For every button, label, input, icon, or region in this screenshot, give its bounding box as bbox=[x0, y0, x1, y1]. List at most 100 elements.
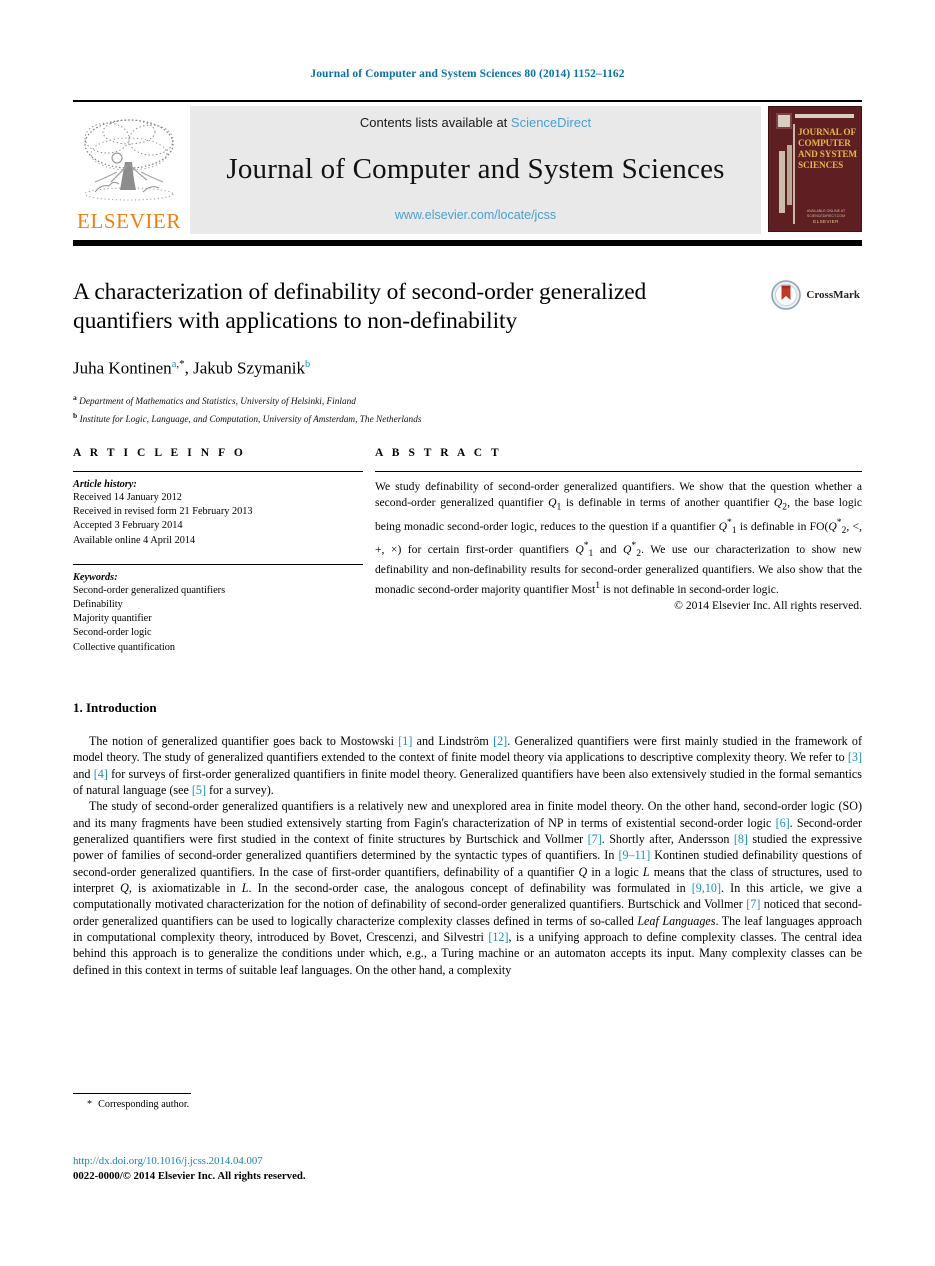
citation-reference[interactable]: [6] bbox=[776, 816, 790, 830]
corresponding-author-star: * bbox=[87, 1099, 93, 1110]
crossmark-badge[interactable]: CrossMark bbox=[771, 280, 860, 310]
abstract-text: We study definability of second-order ge… bbox=[375, 479, 862, 597]
masthead-bottom-rule bbox=[73, 240, 862, 246]
cover-title-line-4: SCIENCES bbox=[798, 160, 844, 170]
crossmark-label: CrossMark bbox=[806, 289, 860, 301]
affiliation-a-text: Department of Mathematics and Statistics… bbox=[79, 396, 356, 407]
citation-reference[interactable]: [9–11] bbox=[618, 848, 650, 862]
history-received: Received 14 January 2012 bbox=[73, 492, 182, 503]
info-abstract-row: A R T I C L E I N F O Article history: R… bbox=[73, 447, 862, 655]
cover-title-line-2: COMPUTER bbox=[798, 138, 851, 148]
keywords-rule bbox=[73, 563, 363, 565]
affiliation-a: a Department of Mathematics and Statisti… bbox=[73, 391, 862, 409]
citation-reference[interactable]: [7] bbox=[746, 897, 760, 911]
author-list: Juha Kontinena,*, Jakub Szymanikb bbox=[73, 358, 862, 379]
citation-reference[interactable]: [12] bbox=[488, 930, 508, 944]
abstract-quantifier-q2: Q bbox=[773, 495, 783, 509]
contents-list-line: Contents lists available at ScienceDirec… bbox=[360, 115, 591, 130]
affiliation-b-text: Institute for Logic, Language, and Compu… bbox=[79, 414, 422, 425]
article-history-label: Article history: bbox=[73, 479, 137, 490]
cover-vertical-line bbox=[793, 124, 795, 224]
sciencedirect-link[interactable]: ScienceDirect bbox=[511, 115, 591, 130]
corresponding-author-note: * Corresponding author. bbox=[73, 1099, 473, 1110]
abstract-heading: A B S T R A C T bbox=[375, 447, 502, 459]
footnote-rule bbox=[73, 1093, 191, 1094]
affiliation-b: b Institute for Logic, Language, and Com… bbox=[73, 409, 862, 427]
cover-top-bar bbox=[795, 114, 854, 118]
abstract-quantifier-q5: Q bbox=[575, 543, 584, 557]
journal-masthead: ELSEVIER Contents lists available at Sci… bbox=[73, 100, 862, 246]
journal-cover-thumbnail: JOURNAL OF COMPUTER AND SYSTEM SCIENCES … bbox=[768, 106, 862, 232]
abstract-part-6: and bbox=[593, 543, 624, 557]
elsevier-wordmark: ELSEVIER bbox=[77, 209, 181, 233]
abstract-part-8: is not definable in second-order logic. bbox=[600, 582, 779, 596]
doi-link[interactable]: http://dx.doi.org/10.1016/j.jcss.2014.04… bbox=[73, 1155, 263, 1167]
keyword-2: Definability bbox=[73, 599, 123, 611]
abstract-rule bbox=[375, 471, 862, 472]
author-name-1: Juha Kontinen bbox=[73, 358, 172, 378]
citation-reference[interactable]: [7] bbox=[588, 832, 602, 846]
keywords-label: Keywords: bbox=[73, 571, 118, 583]
affiliation-b-mark: b bbox=[73, 410, 78, 420]
author-name-2: , Jakub Szymanik bbox=[184, 358, 306, 378]
cover-stamp-icon bbox=[776, 113, 792, 129]
cover-title-text: JOURNAL OF COMPUTER AND SYSTEM SCIENCES bbox=[798, 127, 860, 171]
history-revised: Received in revised form 21 February 201… bbox=[73, 506, 253, 518]
contents-prefix-text: Contents lists available at bbox=[359, 115, 511, 130]
article-info-rule bbox=[73, 471, 363, 472]
paragraph-1: The notion of generalized quantifier goe… bbox=[73, 734, 862, 798]
abstract-part-2: is definable in terms of another quantif… bbox=[561, 495, 774, 509]
issn-copyright-line: 0022-0000/© 2014 Elsevier Inc. All right… bbox=[73, 1170, 306, 1182]
elsevier-tree-icon bbox=[77, 114, 181, 210]
section-title-introduction: 1. Introduction bbox=[73, 700, 157, 715]
abstract-part-4: is definable in FO( bbox=[736, 519, 829, 533]
abstract-copyright: © 2014 Elsevier Inc. All rights reserved… bbox=[674, 599, 862, 613]
cover-footer: AVAILABLE ONLINE AT SCIENCEDIRECT.COM EL… bbox=[797, 209, 855, 224]
page-title: A characterization of definability of se… bbox=[73, 279, 647, 334]
emphasis-text: Q bbox=[578, 864, 588, 879]
history-available-online: Available online 4 April 2014 bbox=[73, 534, 196, 546]
keyword-5: Collective quantification bbox=[73, 641, 176, 653]
cover-title-line-3: AND SYSTEM bbox=[798, 149, 857, 159]
journal-title: Journal of Computer and System Sciences bbox=[226, 152, 725, 185]
author-1-corresponding-mark: ,* bbox=[176, 358, 185, 370]
cover-spine-bar-2 bbox=[787, 145, 792, 205]
citation-reference[interactable]: [8] bbox=[734, 832, 748, 846]
history-accepted: Accepted 3 February 2014 bbox=[73, 520, 183, 532]
article-info-column: A R T I C L E I N F O Article history: R… bbox=[73, 447, 363, 655]
keyword-1: Second-order generalized quantifiers bbox=[73, 584, 226, 596]
emphasis-text: L bbox=[642, 864, 650, 879]
cover-footer-small: AVAILABLE ONLINE AT SCIENCEDIRECT.COM bbox=[806, 209, 846, 218]
cover-footer-brand: ELSEVIER bbox=[813, 219, 839, 224]
corresponding-author-text: Corresponding author. bbox=[98, 1099, 190, 1110]
journal-homepage-link[interactable]: www.elsevier.com/locate/jcss bbox=[395, 208, 556, 222]
citation-reference[interactable]: [9,10] bbox=[692, 881, 721, 895]
masthead-top-rule bbox=[73, 100, 862, 102]
elsevier-logo: ELSEVIER bbox=[73, 106, 185, 234]
citation-reference[interactable]: [3] bbox=[848, 750, 862, 764]
title-block: A characterization of definability of se… bbox=[73, 278, 862, 427]
abstract-quantifier-q3: Q bbox=[718, 519, 727, 533]
cover-spine-bar-1 bbox=[779, 151, 785, 213]
paragraph-2: The study of second-order generalized qu… bbox=[73, 799, 863, 977]
citation-reference[interactable]: [5] bbox=[192, 783, 206, 797]
abstract-column: A B S T R A C T We study definability of… bbox=[375, 447, 862, 655]
keyword-4: Second-order logic bbox=[73, 627, 152, 639]
masthead-center-panel: Contents lists available at ScienceDirec… bbox=[190, 106, 761, 234]
affiliation-list: a Department of Mathematics and Statisti… bbox=[73, 391, 862, 427]
citation-reference[interactable]: [1] bbox=[398, 734, 412, 748]
crossmark-icon bbox=[771, 280, 802, 310]
author-2-affiliation-mark: b bbox=[305, 359, 311, 370]
abstract-quantifier-q4: Q bbox=[828, 519, 837, 533]
keyword-3: Majority quantifier bbox=[73, 613, 152, 625]
affiliation-a-mark: a bbox=[73, 392, 77, 402]
citation-reference[interactable]: [4] bbox=[94, 767, 108, 781]
journal-article-page: Journal of Computer and System Sciences … bbox=[0, 0, 935, 1266]
cover-title-line-1: JOURNAL OF bbox=[798, 127, 856, 137]
introduction-section: 1. Introduction The notion of generalize… bbox=[73, 700, 862, 978]
footnote-area: * Corresponding author. bbox=[73, 1093, 473, 1110]
running-head: Journal of Computer and System Sciences … bbox=[310, 68, 625, 80]
emphasis-text: Q bbox=[120, 881, 129, 896]
citation-reference[interactable]: [2] bbox=[493, 734, 507, 748]
